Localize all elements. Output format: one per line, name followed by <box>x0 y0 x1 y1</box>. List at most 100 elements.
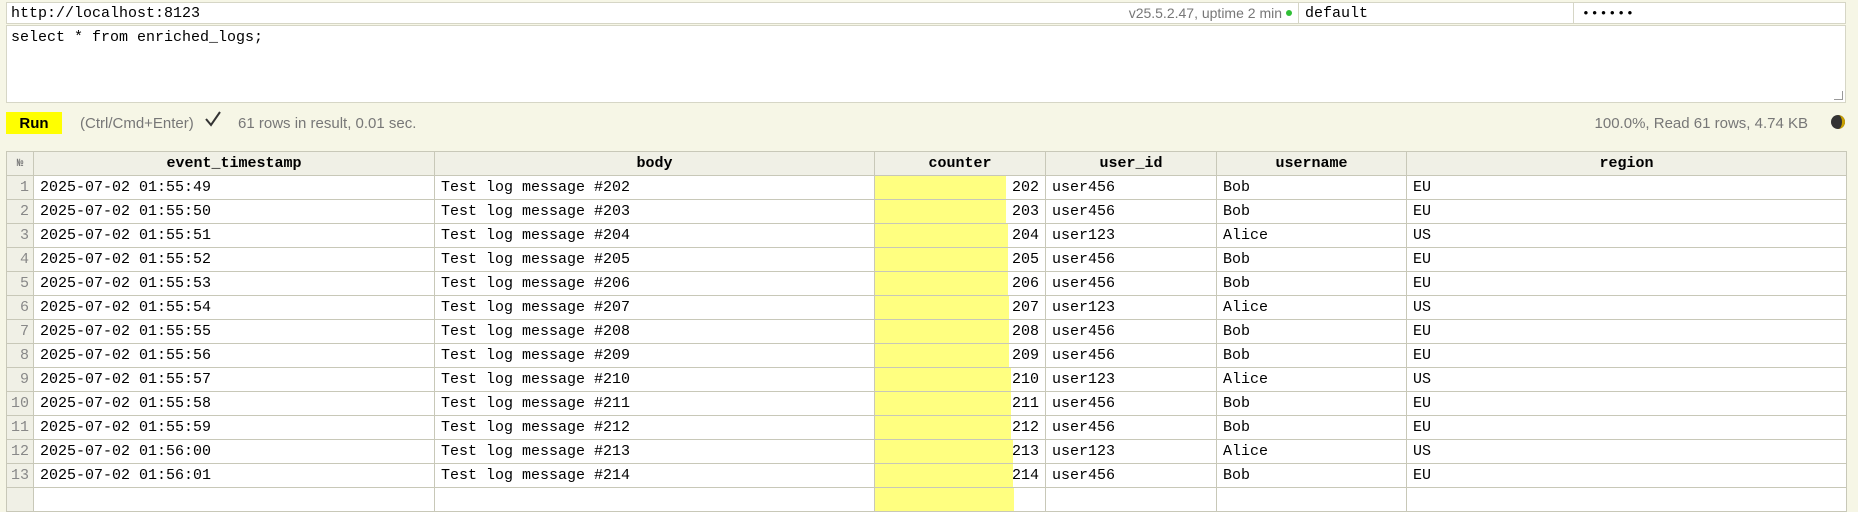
body-cell[interactable]: Test log message #202 <box>434 175 875 200</box>
username-cell[interactable]: Alice <box>1216 223 1407 248</box>
user-id-cell[interactable]: user456 <box>1045 391 1217 416</box>
body-cell[interactable]: Test log message #205 <box>434 247 875 272</box>
body-cell[interactable]: Test log message #203 <box>434 199 875 224</box>
event-timestamp-cell[interactable]: 2025-07-02 01:55:51 <box>33 223 435 248</box>
body-cell[interactable]: Test log message #213 <box>434 439 875 464</box>
user-id-cell[interactable]: user456 <box>1045 319 1217 344</box>
region-cell[interactable]: US <box>1406 439 1847 464</box>
event-timestamp-cell[interactable]: 2025-07-02 01:55:55 <box>33 319 435 344</box>
username-cell[interactable]: Bob <box>1216 175 1407 200</box>
region-cell[interactable]: US <box>1406 295 1847 320</box>
column-header[interactable]: user_id <box>1045 151 1217 176</box>
event-timestamp-cell[interactable]: 2025-07-02 01:55:50 <box>33 199 435 224</box>
column-header[interactable]: counter <box>874 151 1046 176</box>
username-cell[interactable]: Bob <box>1216 391 1407 416</box>
event-timestamp-cell[interactable]: 2025-07-02 01:55:56 <box>33 343 435 368</box>
counter-cell[interactable]: 205 <box>874 247 1046 272</box>
theme-toggle-icon[interactable] <box>1830 114 1846 130</box>
event-timestamp-cell[interactable]: 2025-07-02 01:55:52 <box>33 247 435 272</box>
region-cell[interactable]: EU <box>1406 319 1847 344</box>
body-cell[interactable]: Test log message #207 <box>434 295 875 320</box>
column-header[interactable]: region <box>1406 151 1847 176</box>
region-cell[interactable]: EU <box>1406 343 1847 368</box>
counter-cell[interactable]: 206 <box>874 271 1046 296</box>
counter-cell[interactable]: 209 <box>874 343 1046 368</box>
column-header[interactable]: body <box>434 151 875 176</box>
username-cell[interactable]: Bob <box>1216 343 1407 368</box>
counter-cell[interactable]: 207 <box>874 295 1046 320</box>
counter-cell[interactable]: 214 <box>874 463 1046 488</box>
region-cell[interactable]: EU <box>1406 247 1847 272</box>
username-cell[interactable]: Bob <box>1216 415 1407 440</box>
user-id-cell[interactable]: user456 <box>1045 175 1217 200</box>
counter-bar <box>875 344 1010 367</box>
event-timestamp-cell[interactable]: 2025-07-02 01:55:49 <box>33 175 435 200</box>
event-timestamp-cell[interactable]: 2025-07-02 01:55:58 <box>33 391 435 416</box>
body-cell[interactable]: Test log message #208 <box>434 319 875 344</box>
user-id-cell[interactable]: user456 <box>1045 463 1217 488</box>
region-cell[interactable]: EU <box>1406 271 1847 296</box>
column-header[interactable]: username <box>1216 151 1407 176</box>
column-header[interactable]: event_timestamp <box>33 151 435 176</box>
table-row: 6 2025-07-02 01:55:54 Test log message #20… <box>6 295 1847 320</box>
user-id-cell[interactable]: user123 <box>1045 367 1217 392</box>
event-timestamp-cell[interactable]: 2025-07-02 01:56:01 <box>33 463 435 488</box>
counter-cell[interactable]: 204 <box>874 223 1046 248</box>
user-id-cell[interactable]: user456 <box>1045 271 1217 296</box>
body-cell[interactable]: Test log message #214 <box>434 463 875 488</box>
body-cell[interactable]: Test log message #210 <box>434 367 875 392</box>
result-summary: 61 rows in result, 0.01 sec. <box>238 115 417 132</box>
counter-bar <box>875 440 1013 463</box>
query-text[interactable]: select * from enriched_logs; <box>11 29 263 46</box>
user-id-cell[interactable]: user456 <box>1045 415 1217 440</box>
query-editor[interactable]: select * from enriched_logs; <box>6 25 1846 103</box>
table-row: 4 2025-07-02 01:55:52 Test log message #20… <box>6 247 1847 272</box>
region-cell[interactable]: EU <box>1406 391 1847 416</box>
user-id-cell[interactable]: user123 <box>1045 223 1217 248</box>
username-cell[interactable]: Bob <box>1216 463 1407 488</box>
user-id-cell[interactable]: user123 <box>1045 295 1217 320</box>
username-cell[interactable]: Alice <box>1216 367 1407 392</box>
user-id-cell[interactable]: user456 <box>1045 247 1217 272</box>
user-input[interactable]: default <box>1298 3 1573 23</box>
counter-cell[interactable]: 212 <box>874 415 1046 440</box>
resize-handle-icon[interactable] <box>1834 91 1843 100</box>
region-cell[interactable]: US <box>1406 223 1847 248</box>
region-cell[interactable]: EU <box>1406 415 1847 440</box>
counter-cell[interactable]: 211 <box>874 391 1046 416</box>
username-cell[interactable]: Alice <box>1216 439 1407 464</box>
event-timestamp-cell[interactable]: 2025-07-02 01:55:59 <box>33 415 435 440</box>
region-cell[interactable]: US <box>1406 367 1847 392</box>
body-cell[interactable]: Test log message #209 <box>434 343 875 368</box>
server-url-input[interactable] <box>7 3 1129 23</box>
region-cell[interactable]: EU <box>1406 175 1847 200</box>
event-timestamp-cell[interactable]: 2025-07-02 01:55:54 <box>33 295 435 320</box>
body-cell[interactable]: Test log message #212 <box>434 415 875 440</box>
body-cell[interactable]: Test log message #206 <box>434 271 875 296</box>
region-cell[interactable]: EU <box>1406 199 1847 224</box>
server-version-text: v25.5.2.47, uptime 2 min <box>1128 5 1282 21</box>
user-id-cell[interactable]: user456 <box>1045 199 1217 224</box>
counter-cell[interactable]: 203 <box>874 199 1046 224</box>
event-timestamp-cell[interactable]: 2025-07-02 01:56:00 <box>33 439 435 464</box>
event-timestamp-cell[interactable]: 2025-07-02 01:55:57 <box>33 367 435 392</box>
event-timestamp-cell[interactable]: 2025-07-02 01:55:53 <box>33 271 435 296</box>
username-cell[interactable]: Bob <box>1216 199 1407 224</box>
username-cell[interactable]: Alice <box>1216 295 1407 320</box>
username-cell[interactable]: Bob <box>1216 247 1407 272</box>
counter-bar <box>875 200 1006 223</box>
counter-cell[interactable]: 208 <box>874 319 1046 344</box>
counter-cell[interactable]: 213 <box>874 439 1046 464</box>
password-input[interactable]: •••••• <box>1573 3 1845 23</box>
region-cell[interactable]: EU <box>1406 463 1847 488</box>
row-number: 10 <box>6 391 34 416</box>
user-id-cell[interactable]: user456 <box>1045 343 1217 368</box>
counter-cell[interactable]: 202 <box>874 175 1046 200</box>
body-cell[interactable]: Test log message #204 <box>434 223 875 248</box>
counter-cell[interactable]: 210 <box>874 367 1046 392</box>
run-button[interactable]: Run <box>6 112 62 134</box>
body-cell[interactable]: Test log message #211 <box>434 391 875 416</box>
user-id-cell[interactable]: user123 <box>1045 439 1217 464</box>
username-cell[interactable]: Bob <box>1216 319 1407 344</box>
username-cell[interactable]: Bob <box>1216 271 1407 296</box>
